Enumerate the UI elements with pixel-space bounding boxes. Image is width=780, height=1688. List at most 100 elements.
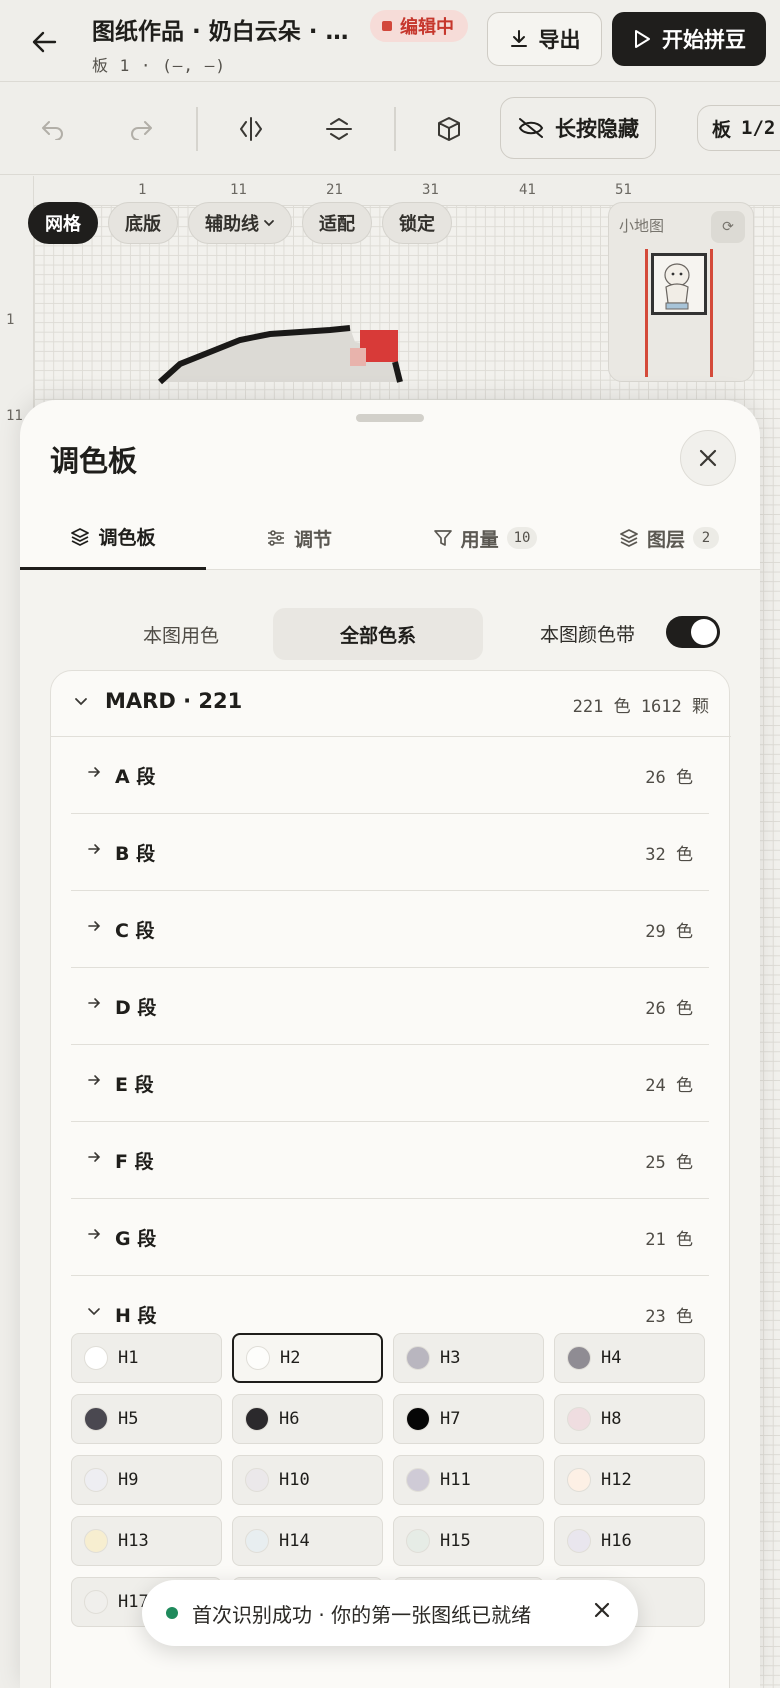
arrow-right-icon bbox=[88, 1152, 101, 1162]
back-button[interactable] bbox=[24, 22, 64, 62]
color-swatch-h12[interactable]: H12 bbox=[554, 1455, 705, 1505]
segment-row-d[interactable]: D 段 26 色 bbox=[71, 968, 709, 1045]
color-swatch-h1[interactable]: H1 bbox=[71, 1333, 222, 1383]
swatch-color-dot bbox=[567, 1346, 591, 1370]
tab-palette[interactable]: 调色板 bbox=[20, 506, 206, 570]
palette-filter-row: 本图用色 全部色系 本图颜色带 bbox=[20, 570, 760, 670]
refresh-icon[interactable]: ⟳ bbox=[711, 211, 745, 243]
segment-row-b[interactable]: B 段 32 色 bbox=[71, 814, 709, 891]
status-text: 编辑中 bbox=[400, 17, 454, 38]
tab-label: 调节 bbox=[293, 528, 332, 551]
long-press-hide-button[interactable]: 长按隐藏 bbox=[500, 97, 656, 159]
segment-row-c[interactable]: C 段 29 色 bbox=[71, 891, 709, 968]
close-icon[interactable] bbox=[592, 1600, 612, 1620]
close-sheet-button[interactable] bbox=[680, 430, 736, 486]
start-beading-button[interactable]: 开始拼豆 bbox=[612, 12, 766, 66]
color-swatch-h15[interactable]: H15 bbox=[393, 1516, 544, 1566]
segment-name: A 段 bbox=[115, 766, 156, 788]
grid-chip[interactable]: 网格 bbox=[28, 202, 98, 244]
minimap-label: 小地图 bbox=[619, 217, 665, 235]
swatch-code: H12 bbox=[601, 1470, 632, 1490]
segment-name: E 段 bbox=[115, 1074, 154, 1096]
minimap-thumbnail bbox=[664, 263, 690, 310]
swatch-code: H3 bbox=[440, 1348, 461, 1368]
color-swatch-h9[interactable]: H9 bbox=[71, 1455, 222, 1505]
segment-count: 24 色 bbox=[645, 1076, 693, 1096]
color-swatch-h3[interactable]: H3 bbox=[393, 1333, 544, 1383]
color-swatch-h10[interactable]: H10 bbox=[232, 1455, 383, 1505]
segment-row-a[interactable]: A 段 26 色 bbox=[71, 737, 709, 814]
toast-message: 首次识别成功 · 你的第一张图纸已就绪 bbox=[192, 1602, 532, 1627]
3d-view-button[interactable] bbox=[426, 106, 472, 152]
tab-adjust[interactable]: 调节 bbox=[206, 506, 392, 570]
segment-count: 21 色 bbox=[645, 1230, 693, 1250]
color-swatch-h8[interactable]: H8 bbox=[554, 1394, 705, 1444]
eye-off-icon bbox=[518, 118, 544, 138]
color-swatch-h2[interactable]: H2 bbox=[232, 1333, 383, 1383]
segment-row-e[interactable]: E 段 24 色 bbox=[71, 1045, 709, 1122]
chevron-down-icon bbox=[88, 1308, 100, 1316]
ruler-tick: 31 bbox=[422, 182, 439, 198]
swatch-code: H5 bbox=[118, 1409, 139, 1429]
chip-label: 底版 bbox=[125, 214, 161, 235]
filter-used-colors[interactable]: 本图用色 bbox=[76, 608, 286, 660]
sheet-tabs: 调色板 调节 用量 10 图层 2 bbox=[20, 506, 760, 570]
swatch-code: H13 bbox=[118, 1531, 149, 1551]
filter-label: 全部色系 bbox=[339, 624, 416, 647]
swatch-color-dot bbox=[245, 1529, 269, 1553]
minimap[interactable]: 小地图 ⟳ bbox=[608, 202, 754, 382]
guides-chip[interactable]: 辅助线 bbox=[188, 202, 292, 244]
editor-toolbar: 长按隐藏 板 1/2 bbox=[0, 83, 780, 175]
swatch-code: H6 bbox=[279, 1409, 300, 1429]
sheet-grabber[interactable] bbox=[356, 414, 424, 422]
segment-name: H 段 bbox=[115, 1305, 157, 1327]
lock-chip[interactable]: 锁定 bbox=[382, 202, 452, 244]
segment-name: C 段 bbox=[115, 920, 155, 942]
swatch-code: H7 bbox=[440, 1409, 461, 1429]
color-swatch-h5[interactable]: H5 bbox=[71, 1394, 222, 1444]
brand-group-header[interactable]: MARD · 221 221 色 1612 颗 bbox=[51, 671, 731, 737]
base-plate-chip[interactable]: 底版 bbox=[108, 202, 178, 244]
redo-icon bbox=[131, 121, 152, 140]
board-switcher[interactable]: 板 1/2 bbox=[697, 105, 780, 151]
color-swatch-h6[interactable]: H6 bbox=[232, 1394, 383, 1444]
fit-chip[interactable]: 适配 bbox=[302, 202, 372, 244]
tab-label: 用量 bbox=[460, 528, 499, 551]
arrow-left-icon bbox=[32, 31, 57, 53]
board-label: 板 bbox=[712, 118, 732, 141]
undo-button[interactable] bbox=[30, 106, 76, 152]
tab-layers[interactable]: 图层 2 bbox=[578, 506, 760, 570]
color-swatch-h11[interactable]: H11 bbox=[393, 1455, 544, 1505]
editing-status-badge: 编辑中 bbox=[370, 10, 468, 42]
document-title[interactable]: 图纸作品 · 奶白云朵 · 08... bbox=[92, 12, 362, 46]
color-strip-toggle-label: 本图颜色带 bbox=[540, 624, 636, 646]
color-swatch-h14[interactable]: H14 bbox=[232, 1516, 383, 1566]
hide-label: 长按隐藏 bbox=[555, 117, 639, 141]
filter-all-families[interactable]: 全部色系 bbox=[273, 608, 483, 660]
usage-count-badge: 10 bbox=[506, 527, 538, 549]
export-button[interactable]: 导出 bbox=[487, 12, 602, 66]
color-strip-toggle[interactable] bbox=[666, 616, 720, 648]
segment-row-f[interactable]: F 段 25 色 bbox=[71, 1122, 709, 1199]
arrow-right-icon bbox=[88, 1075, 101, 1085]
color-swatch-h16[interactable]: H16 bbox=[554, 1516, 705, 1566]
top-bar: 图纸作品 · 奶白云朵 · 08... 板 1 · (–, –) 编辑中 导出 … bbox=[0, 0, 780, 82]
flip-horizontal-button[interactable] bbox=[228, 106, 274, 152]
swatch-color-dot bbox=[84, 1346, 108, 1370]
ruler-tick: 1 bbox=[138, 182, 147, 198]
segment-count: 26 色 bbox=[645, 999, 693, 1019]
tab-usage[interactable]: 用量 10 bbox=[392, 506, 578, 570]
color-swatch-h13[interactable]: H13 bbox=[71, 1516, 222, 1566]
tab-label: 调色板 bbox=[98, 527, 156, 549]
play-icon bbox=[635, 30, 650, 48]
flip-vertical-button[interactable] bbox=[316, 106, 362, 152]
color-swatch-h7[interactable]: H7 bbox=[393, 1394, 544, 1444]
redo-button[interactable] bbox=[118, 106, 164, 152]
chip-label: 辅助线 bbox=[205, 214, 259, 235]
segment-name: D 段 bbox=[115, 997, 157, 1019]
chip-label: 适配 bbox=[319, 214, 355, 235]
palette-list: MARD · 221 221 色 1612 颗 A 段 26 色 B 段 32 … bbox=[20, 670, 760, 1688]
swatch-color-dot bbox=[406, 1529, 430, 1553]
segment-row-g[interactable]: G 段 21 色 bbox=[71, 1199, 709, 1276]
color-swatch-h4[interactable]: H4 bbox=[554, 1333, 705, 1383]
